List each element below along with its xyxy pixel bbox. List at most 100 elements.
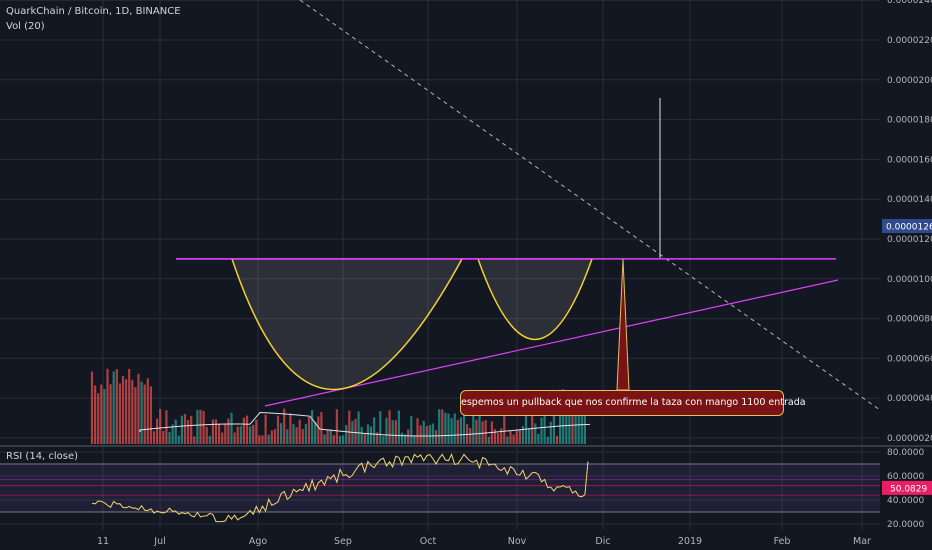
volume-bar: [363, 433, 366, 444]
price-axis-label: 0.00002200: [887, 36, 932, 46]
volume-bar: [112, 371, 115, 444]
volume-bar: [307, 416, 311, 444]
volume-bar: [317, 416, 320, 444]
volume-bar: [487, 436, 490, 444]
volume-bar: [425, 425, 428, 444]
price-axis-label: 0.00001600: [887, 155, 932, 165]
volume-bar: [149, 386, 152, 444]
volume-bar: [292, 423, 295, 444]
volume-bar: [537, 433, 540, 444]
volume-bar: [261, 435, 264, 444]
volume-bar: [134, 387, 137, 444]
volume-bar: [407, 429, 410, 444]
time-axis-label: Oct: [420, 536, 437, 547]
price-axis-label: 0.00001400: [887, 195, 932, 205]
volume-bar: [242, 417, 245, 444]
volume-bar: [410, 416, 413, 444]
volume-bar: [506, 436, 509, 444]
volume-bar: [534, 423, 537, 444]
volume-bar: [211, 419, 214, 444]
volume-bar: [159, 408, 162, 444]
volume-bar: [335, 409, 338, 444]
volume-bar: [388, 410, 391, 444]
time-axis-label: Jul: [153, 536, 165, 547]
volume-bar: [103, 389, 106, 444]
symbol-title[interactable]: QuarkChain / Bitcoin, 1D, BINANCE: [6, 6, 181, 17]
rsi-legend[interactable]: RSI (14, close): [6, 451, 78, 462]
chart-window: 0.618(0.00002097)0.5(0.00001754)0.382(0.…: [0, 0, 932, 550]
volume-bar: [273, 429, 276, 444]
volume-bar: [323, 434, 326, 444]
volume-bar: [419, 425, 422, 444]
volume-bar: [301, 429, 304, 444]
volume-bar: [459, 417, 462, 444]
price-chart[interactable]: 0.618(0.00002097)0.5(0.00001754)0.382(0.…: [0, 0, 932, 550]
volume-bar: [462, 414, 466, 444]
volume-bar: [255, 419, 258, 444]
volume-bar: [298, 419, 301, 444]
volume-bar: [397, 410, 400, 444]
volume-bar: [552, 413, 555, 444]
price-axis-label: 0.00002000: [887, 76, 932, 86]
price-axis-label: 0.00000600: [887, 354, 932, 364]
volume-bar: [115, 369, 118, 444]
volume-bar: [382, 436, 385, 444]
volume-bar: [199, 409, 202, 444]
volume-bar: [267, 434, 270, 444]
volume-bar: [264, 414, 267, 444]
price-axis-label: 0.00001800: [887, 116, 932, 126]
volume-bar: [143, 384, 146, 444]
volume-bar: [128, 368, 131, 444]
rsi-band: [0, 464, 880, 512]
volume-bar: [484, 420, 487, 444]
volume-bar: [357, 411, 360, 444]
rsi-axis-label: 60.0000: [887, 472, 924, 482]
volume-bar: [252, 424, 255, 444]
volume-bar: [202, 411, 205, 444]
volume-bar: [497, 433, 500, 444]
volume-bar: [227, 418, 230, 444]
time-axis-label: Ago: [249, 536, 268, 547]
volume-bar: [441, 409, 444, 444]
rsi-axis-label: 20.0000: [887, 520, 924, 530]
time-axis-label: 11: [97, 536, 109, 547]
volume-bar: [574, 411, 577, 444]
volume-bar: [515, 430, 518, 444]
annotation-callout[interactable]: espemos un pullback que nos confirme la …: [460, 390, 806, 416]
volume-bar: [109, 384, 112, 444]
volume-bar: [131, 379, 134, 444]
volume-bar: [205, 426, 208, 444]
volume-bar: [162, 430, 165, 444]
volume-bar: [400, 432, 404, 444]
volume-bar: [94, 385, 97, 444]
time-axis-label: Sep: [334, 536, 352, 547]
current-price-label: 0.00001260: [886, 223, 932, 233]
volume-legend[interactable]: Vol (20): [6, 21, 45, 32]
volume-bar: [125, 379, 128, 444]
time-axis-label: Mar: [853, 536, 871, 547]
volume-bar: [230, 412, 233, 444]
price-axis-label: 0.00002400: [887, 0, 932, 6]
volume-bar: [214, 419, 218, 444]
volume-bar: [304, 423, 307, 444]
volume-bar: [555, 435, 559, 444]
volume-bar: [326, 430, 329, 444]
volume-bar: [342, 435, 345, 444]
volume-bar: [394, 420, 397, 444]
volume-bar: [187, 420, 190, 444]
volume-bar: [190, 415, 193, 444]
volume-bar: [549, 421, 552, 444]
volume-bar: [438, 409, 441, 444]
volume-bar: [391, 420, 394, 444]
volume-bar: [493, 429, 497, 444]
time-axis-label: Dic: [595, 536, 610, 547]
volume-bar: [295, 427, 298, 444]
volume-bar: [431, 423, 435, 444]
volume-bar: [174, 419, 177, 444]
volume-bar: [422, 420, 425, 444]
volume-bar: [177, 435, 180, 444]
volume-bar: [258, 435, 261, 444]
volume-bar: [546, 436, 549, 444]
price-axis-label: 0.00001200: [887, 235, 932, 245]
volume-bar: [314, 422, 317, 444]
